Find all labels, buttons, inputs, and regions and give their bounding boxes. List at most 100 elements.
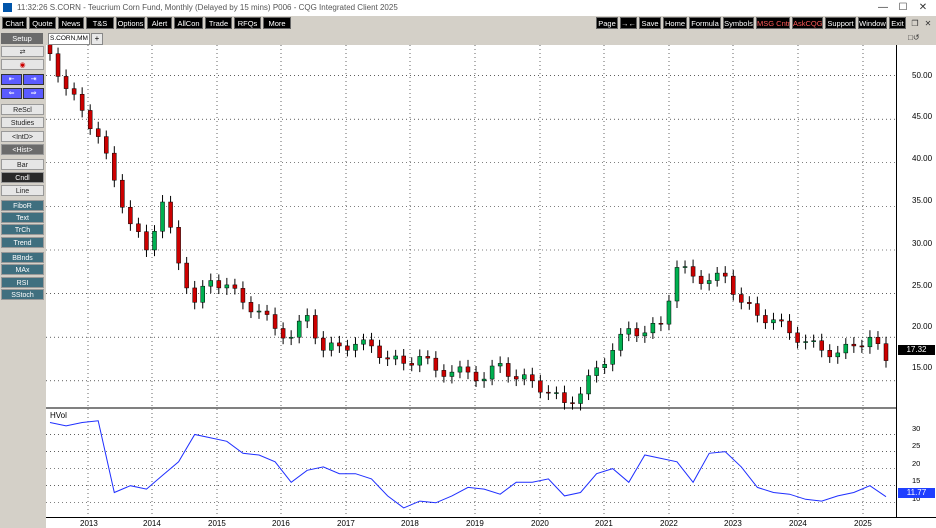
candle-body (763, 315, 768, 324)
bar-spacing-increase-icon[interactable]: ⇥ (23, 74, 44, 85)
restore-icon[interactable]: ❐ (909, 18, 921, 29)
support-button[interactable]: Support (825, 17, 856, 29)
study-max-button[interactable]: MAx (1, 264, 44, 275)
rescale-button[interactable]: ReScl (1, 104, 44, 115)
candle-body (184, 262, 189, 289)
candle-body (313, 315, 318, 339)
candle-body (530, 374, 535, 382)
exit-button[interactable]: Exit (889, 17, 906, 29)
candle-body (658, 323, 664, 325)
save-button[interactable]: Save (639, 17, 661, 29)
price-tick: 35.00 (912, 196, 933, 205)
candle-body (55, 53, 61, 77)
window-button[interactable]: Window (858, 17, 887, 29)
year-tick: 2016 (272, 519, 290, 528)
maximize-icon[interactable]: ☐ (893, 1, 913, 14)
year-tick: 2021 (595, 519, 613, 528)
candle-body (409, 363, 414, 366)
hvol-tick: 20 (912, 459, 921, 468)
menu-trade-button[interactable]: Trade (205, 17, 232, 29)
candle-body (714, 272, 720, 281)
study-fibor-button[interactable]: FiboR (1, 200, 44, 211)
line-chart-button[interactable]: Line (1, 185, 44, 196)
price-tick: 25.00 (912, 281, 933, 290)
candle-body (473, 371, 479, 382)
minimize-icon[interactable]: — (873, 1, 893, 14)
close-icon[interactable]: ✕ (913, 1, 933, 14)
studies-button[interactable]: Studies (1, 117, 44, 128)
candle-body (144, 231, 149, 251)
year-tick: 2017 (337, 519, 355, 528)
menu-allcon-button[interactable]: AllCon (174, 17, 203, 29)
menu-alert-button[interactable]: Alert (147, 17, 172, 29)
time-axis[interactable]: 2013 2014 2015 2016 2017 2018 2019 2020 … (46, 517, 936, 528)
ask-cqg-button[interactable]: AskCQG (792, 17, 823, 29)
menu-ts-button[interactable]: T&S (86, 17, 114, 29)
menu-more-button[interactable]: More (263, 17, 291, 29)
candle-body (280, 328, 286, 339)
intraday-button[interactable]: <IntD> (1, 131, 44, 142)
menu-quote-button[interactable]: Quote (29, 17, 56, 29)
price-tick: 40.00 (912, 154, 933, 163)
price-scale[interactable]: 50.00 45.00 40.00 35.00 30.00 25.00 20.0… (896, 45, 936, 517)
candle-body (706, 280, 712, 284)
candle-body (554, 392, 559, 394)
candle-body (578, 393, 583, 404)
candle-body (248, 302, 254, 313)
candle-chart-button[interactable]: Cndl (1, 172, 44, 183)
candle-body (570, 402, 575, 404)
candle-body (875, 336, 881, 344)
study-text-button[interactable]: Text (1, 212, 44, 223)
candle-body (489, 365, 495, 380)
year-tick: 2013 (80, 519, 98, 528)
year-tick: 2015 (208, 519, 226, 528)
candle-body (642, 332, 648, 337)
candle-body (345, 345, 350, 351)
candle-body (562, 392, 567, 403)
symbols-button[interactable]: Symbols (723, 17, 754, 29)
candle-body (586, 375, 591, 395)
page-button[interactable]: Page (596, 17, 618, 29)
app-icon (3, 3, 12, 12)
candle-body (433, 357, 439, 371)
candle-body (546, 391, 551, 394)
study-trch-button[interactable]: TrCh (1, 224, 44, 235)
menu-chart-button[interactable]: Chart (2, 17, 27, 29)
candle-body (505, 363, 511, 377)
bar-chart-button[interactable]: Bar (1, 159, 44, 170)
year-tick: 2018 (401, 519, 419, 528)
candle-body (79, 94, 85, 111)
link-arrows-button[interactable]: →← (620, 17, 637, 29)
home-button[interactable]: Home (663, 17, 687, 29)
menu-news-button[interactable]: News (58, 17, 84, 29)
add-tab-button[interactable]: + (91, 33, 103, 45)
candle-body (522, 374, 527, 380)
candle-body (481, 378, 487, 382)
bar-spacing-decrease-icon[interactable]: ⇤ (1, 74, 22, 85)
formula-button[interactable]: Formula (689, 17, 721, 29)
scroll-right-icon[interactable]: ⇒ (23, 88, 44, 99)
color-tool-icon[interactable]: ◉ (1, 59, 44, 70)
setup-button[interactable]: Setup (1, 33, 43, 44)
menu-options-button[interactable]: Options (116, 17, 145, 29)
history-button[interactable]: <Hist> (1, 144, 44, 155)
study-bbnds-button[interactable]: BBnds (1, 252, 44, 263)
candle-body (152, 230, 157, 251)
candle-body (377, 345, 382, 358)
year-tick: 2019 (466, 519, 484, 528)
chart-tab[interactable]: S.CORN,MM (48, 33, 90, 45)
cursor-tool-icon[interactable]: ⇄ (1, 46, 44, 57)
candle-body (337, 342, 342, 347)
msg-center-button[interactable]: MSG Cntr (756, 17, 790, 29)
chart-plot-area[interactable] (46, 33, 896, 517)
candle-body (795, 332, 800, 343)
tab-tools-icon[interactable]: □↺ (908, 33, 932, 43)
close-chart-icon[interactable]: ✕ (922, 18, 934, 29)
menu-rfqs-button[interactable]: RFQs (234, 17, 261, 29)
study-sstoch-button[interactable]: SStoch (1, 289, 44, 300)
scroll-left-icon[interactable]: ⇐ (1, 88, 22, 99)
study-trend-button[interactable]: Trend (1, 237, 44, 248)
study-rsi-button[interactable]: RSI (1, 277, 44, 288)
candle-body (618, 333, 623, 351)
candle-body (731, 275, 736, 295)
